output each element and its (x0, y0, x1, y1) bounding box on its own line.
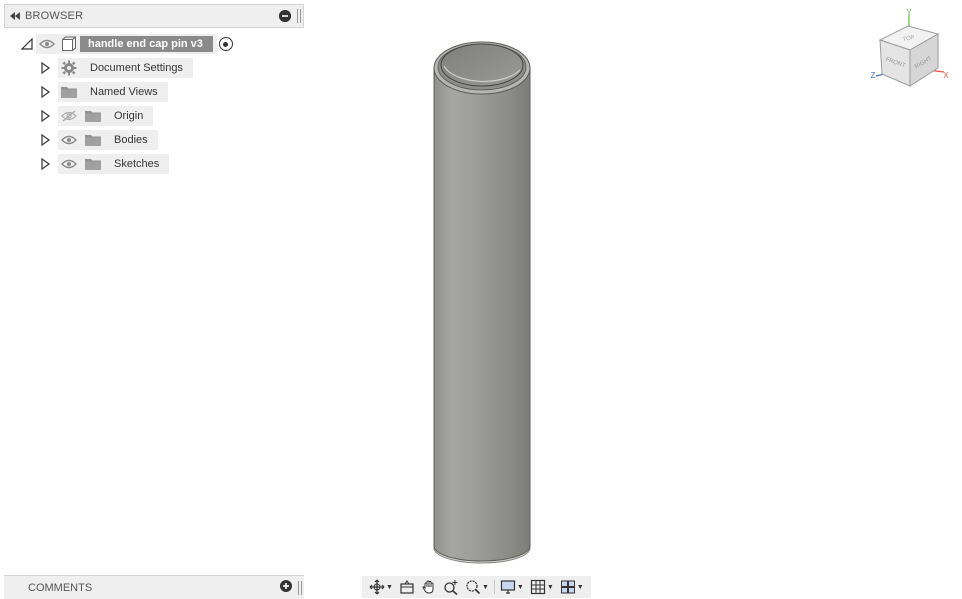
triangle-collapsed-icon (40, 86, 50, 98)
bodies-visibility-toggle[interactable] (58, 130, 80, 150)
expand-sketches[interactable] (38, 154, 52, 174)
zoom-icon (444, 580, 458, 595)
viewports-icon (560, 580, 575, 594)
expand-origin[interactable] (38, 106, 52, 126)
bodies-chip: Bodies (58, 130, 158, 150)
activate-component-radio[interactable] (218, 37, 233, 51)
sketches-visibility-toggle[interactable] (58, 154, 80, 174)
double-left-arrow-icon (10, 12, 20, 20)
toolbar-separator (493, 580, 495, 594)
pan-button[interactable] (418, 576, 440, 598)
bodies-label: Bodies (114, 134, 148, 146)
browser-panel-header: BROWSER (4, 4, 304, 28)
tree-item-origin[interactable]: Origin (38, 106, 154, 126)
display-settings-button[interactable]: ▼ (497, 576, 527, 598)
folder-icon (80, 106, 106, 126)
expand-bodies[interactable] (38, 130, 52, 150)
fit-icon (466, 580, 481, 595)
tree-item-sketches[interactable]: Sketches (38, 154, 170, 174)
named-views-label: Named Views (90, 86, 158, 98)
eye-icon (39, 39, 55, 49)
pan-icon (422, 580, 434, 594)
tree-item-document-settings[interactable]: Document Settings (38, 58, 193, 78)
plus-circle-icon (280, 580, 292, 592)
root-node-chip: handle end cap pin v3 (36, 34, 217, 54)
tree-item-named-views[interactable]: Named Views (38, 82, 168, 102)
origin-visibility-toggle[interactable] (58, 106, 80, 126)
tree-item-bodies[interactable]: Bodies (38, 130, 158, 150)
grid-settings-button[interactable]: ▼ (527, 576, 557, 598)
look-at-button[interactable] (396, 576, 418, 598)
eye-icon (61, 135, 77, 145)
viewcube-x-label: X (943, 71, 949, 80)
viewcube-y-label: Y (906, 8, 912, 17)
zoom-button[interactable] (440, 576, 462, 598)
comments-resize-grip[interactable] (298, 580, 302, 595)
origin-label: Origin (114, 110, 144, 122)
viewcube-z-label: Z (871, 71, 876, 80)
3d-viewport[interactable] (305, 0, 962, 574)
eye-icon (61, 159, 77, 169)
viewcube[interactable]: TOP FRONT RIGHT Y X Z (866, 6, 956, 92)
orbit-icon (369, 579, 385, 595)
sketches-chip: Sketches (58, 154, 170, 174)
tree-root-row[interactable]: handle end cap pin v3 (18, 34, 239, 54)
comments-title: COMMENTS (28, 581, 93, 594)
expand-named-views[interactable] (38, 82, 52, 102)
gear-icon (58, 58, 80, 78)
orbit-button[interactable]: ▼ (366, 576, 396, 598)
browser-resize-grip[interactable] (297, 9, 301, 23)
folder-icon (80, 154, 106, 174)
fusion-window: BROWSER handle end cap pin v3 Document S… (0, 0, 962, 599)
root-collapse-toggle[interactable] (18, 34, 36, 54)
component-icon (58, 34, 80, 54)
look-at-icon (400, 580, 414, 594)
triangle-collapsed-icon (40, 158, 50, 170)
navigation-toolbar: ▼ ▼ ▼ ▼ ▼ (362, 576, 591, 598)
sketches-label: Sketches (114, 158, 160, 170)
fit-button[interactable]: ▼ (462, 576, 492, 598)
triangle-collapsed-icon (40, 62, 50, 74)
viewports-button[interactable]: ▼ (557, 576, 587, 598)
origin-chip: Origin (58, 106, 154, 126)
document-settings-label: Document Settings (90, 62, 183, 74)
folder-icon (80, 130, 106, 150)
triangle-collapsed-icon (40, 134, 50, 146)
expand-document-settings[interactable] (38, 58, 52, 78)
named-views-chip: Named Views (58, 82, 168, 102)
triangle-expanded-icon (21, 38, 33, 50)
root-component-label[interactable]: handle end cap pin v3 (80, 36, 213, 52)
comments-panel-header: COMMENTS (4, 575, 304, 599)
eye-hidden-icon (61, 110, 77, 122)
browser-minimize-button[interactable] (279, 10, 291, 22)
grid-icon (530, 579, 545, 595)
root-visibility-toggle[interactable] (36, 34, 58, 54)
collapse-browser-button[interactable] (5, 5, 25, 27)
display-settings-icon (500, 580, 515, 594)
browser-title: BROWSER (25, 10, 84, 22)
minus-circle-icon (279, 10, 291, 22)
triangle-collapsed-icon (40, 110, 50, 122)
folder-icon (58, 82, 80, 102)
document-settings-chip: Document Settings (58, 58, 193, 78)
cylinder-body[interactable] (420, 36, 544, 568)
add-comment-button[interactable] (280, 580, 292, 595)
